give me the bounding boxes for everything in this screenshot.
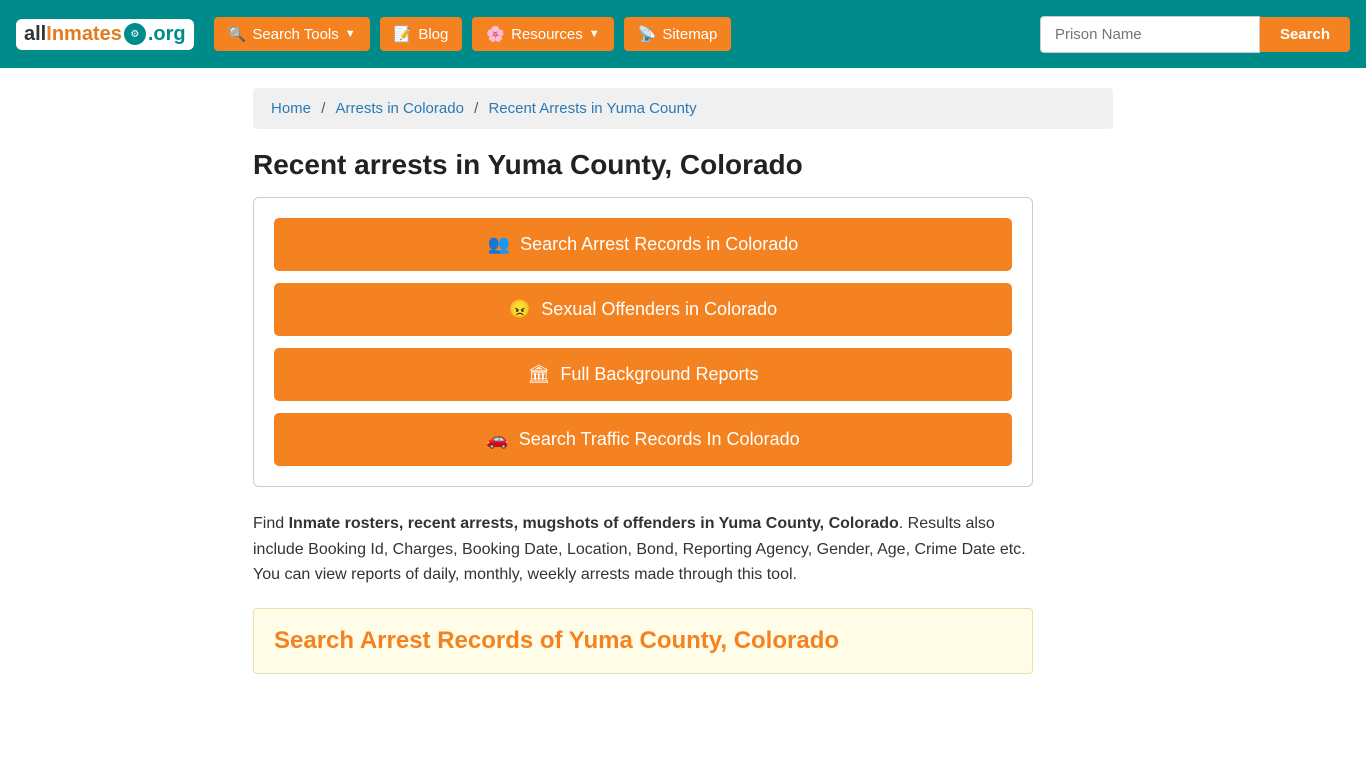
search-tools-button[interactable]: 🔍 Search Tools ▼ <box>214 17 370 51</box>
search-section-title: Search Arrest Records of Yuma County, Co… <box>274 627 1012 655</box>
logo-area[interactable]: allInmates⚙.org <box>16 19 194 50</box>
resources-label: Resources <box>511 26 583 43</box>
sitemap-button[interactable]: 📡 Sitemap <box>624 17 732 51</box>
logo-text-nmates: nmates <box>52 23 122 46</box>
navbar: allInmates⚙.org 🔍 Search Tools ▼ 📝 Blog … <box>0 0 1366 68</box>
full-background-reports-label: Full Background Reports <box>560 364 758 385</box>
sitemap-icon: 📡 <box>638 25 657 43</box>
breadcrumb-sep-2: / <box>474 100 482 117</box>
search-tools-arrow-icon: ▼ <box>345 28 356 40</box>
logo-text-org: .org <box>148 23 186 46</box>
sexual-offenders-button[interactable]: 😠 Sexual Offenders in Colorado <box>274 283 1012 336</box>
background-reports-icon: 🏛 <box>528 364 551 385</box>
main-content: Home / Arrests in Colorado / Recent Arre… <box>233 68 1133 694</box>
description-prefix: Find <box>253 515 289 532</box>
search-tools-label: Search Tools <box>252 26 338 43</box>
search-section-box: Search Arrest Records of Yuma County, Co… <box>253 608 1033 674</box>
breadcrumb-arrests-colorado[interactable]: Arrests in Colorado <box>336 100 464 117</box>
full-background-reports-button[interactable]: 🏛 Full Background Reports <box>274 348 1012 401</box>
traffic-records-label: Search Traffic Records In Colorado <box>519 429 800 450</box>
page-title: Recent arrests in Yuma County, Colorado <box>253 149 1113 181</box>
logo-box: allInmates⚙.org <box>16 19 194 50</box>
resources-button[interactable]: 🌸 Resources ▼ <box>472 17 613 51</box>
navbar-search: Search <box>1040 16 1350 53</box>
prison-name-input[interactable] <box>1040 16 1260 53</box>
navbar-search-button[interactable]: Search <box>1260 17 1350 52</box>
traffic-records-icon: 🚗 <box>486 429 508 450</box>
action-box: 👥 Search Arrest Records in Colorado 😠 Se… <box>253 197 1033 487</box>
resources-arrow-icon: ▼ <box>589 28 600 40</box>
sitemap-label: Sitemap <box>662 26 717 43</box>
navbar-search-label: Search <box>1280 26 1330 43</box>
sexual-offenders-icon: 😠 <box>509 299 531 320</box>
description-text: Find Inmate rosters, recent arrests, mug… <box>253 511 1033 588</box>
sexual-offenders-label: Sexual Offenders in Colorado <box>541 299 777 320</box>
breadcrumb-current: Recent Arrests in Yuma County <box>488 100 696 117</box>
search-arrest-records-label: Search Arrest Records in Colorado <box>520 234 798 255</box>
blog-label: Blog <box>418 26 448 43</box>
breadcrumb: Home / Arrests in Colorado / Recent Arre… <box>253 88 1113 129</box>
arrest-records-icon: 👥 <box>488 234 510 255</box>
search-arrest-records-button[interactable]: 👥 Search Arrest Records in Colorado <box>274 218 1012 271</box>
search-tools-icon: 🔍 <box>228 25 247 43</box>
blog-icon: 📝 <box>394 25 413 43</box>
traffic-records-button[interactable]: 🚗 Search Traffic Records In Colorado <box>274 413 1012 466</box>
logo-dot-icon: ⚙ <box>124 23 146 45</box>
breadcrumb-sep-1: / <box>321 100 329 117</box>
breadcrumb-home[interactable]: Home <box>271 100 311 117</box>
resources-icon: 🌸 <box>486 25 505 43</box>
logo-text-all: all <box>24 23 46 46</box>
description-bold: Inmate rosters, recent arrests, mugshots… <box>289 515 899 532</box>
blog-button[interactable]: 📝 Blog <box>380 17 463 51</box>
